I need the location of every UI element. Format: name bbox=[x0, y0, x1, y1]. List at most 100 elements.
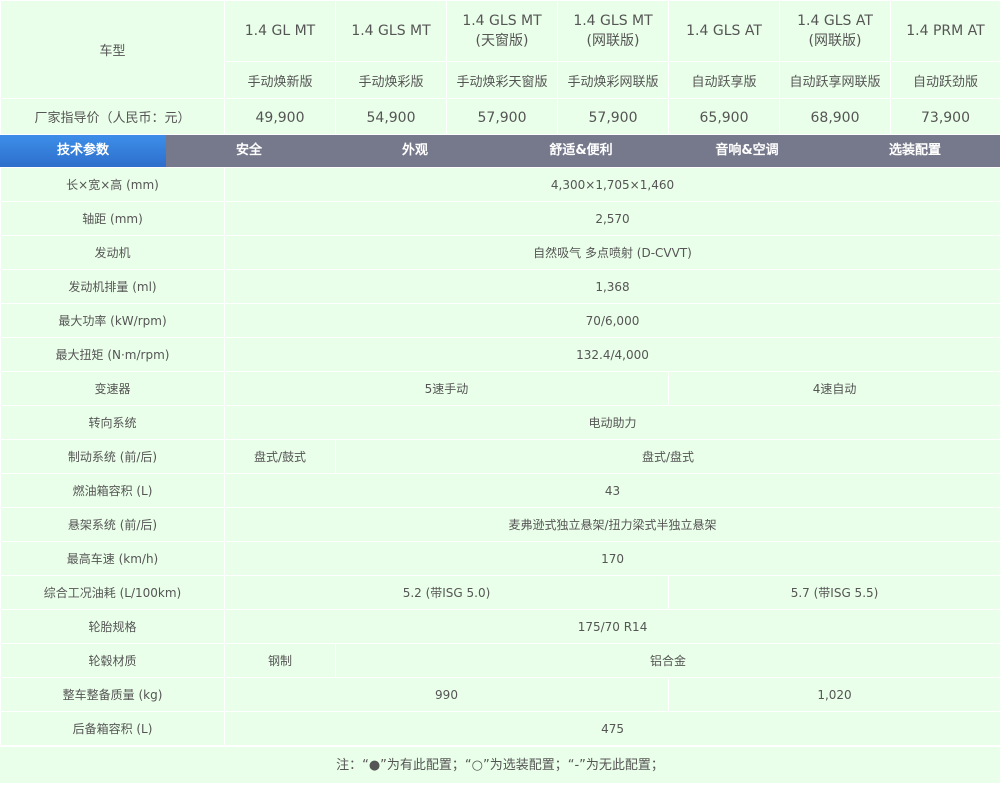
model-col-5: 1.4 GLS AT bbox=[669, 1, 780, 62]
table-row: 轮毂材质钢制铝合金 bbox=[1, 644, 1000, 678]
spec-page: 车型 1.4 GL MT 1.4 GLS MT 1.4 GLS MT(天窗版) … bbox=[0, 0, 1000, 783]
param-label: 后备箱容积 (L) bbox=[1, 712, 225, 746]
model-subname: 手动焕新版 bbox=[247, 75, 312, 90]
table-row: 综合工况油耗 (L/100km)5.2 (带ISG 5.0)5.7 (带ISG … bbox=[1, 576, 1000, 610]
spec-tabbar: 技术参数 安全 外观 舒适&便利 音响&空调 选装配置 bbox=[0, 135, 1000, 167]
param-value: 5.7 (带ISG 5.5) bbox=[669, 576, 1000, 610]
model-sub-6: 自动跃享网联版 bbox=[780, 62, 891, 99]
tab-audio-ac[interactable]: 音响&空调 bbox=[664, 135, 830, 167]
tab-comfort[interactable]: 舒适&便利 bbox=[498, 135, 664, 167]
model-name: 1.4 GLS MT bbox=[558, 11, 668, 31]
table-row: 制动系统 (前/后)盘式/鼓式盘式/盘式 bbox=[1, 440, 1000, 474]
price-cell: 73,900 bbox=[891, 99, 1000, 135]
param-label: 变速器 bbox=[1, 372, 225, 406]
table-row: 发动机排量 (ml)1,368 bbox=[1, 270, 1000, 304]
price-label-cell: 厂家指导价（人民币：元） bbox=[1, 99, 225, 135]
tab-exterior[interactable]: 外观 bbox=[332, 135, 498, 167]
model-sub-1: 手动焕新版 bbox=[225, 62, 336, 99]
model-sub-2: 手动焕彩版 bbox=[336, 62, 447, 99]
param-value: 铝合金 bbox=[336, 644, 1000, 678]
param-value: 1,368 bbox=[225, 270, 1000, 304]
price-value: 54,900 bbox=[367, 110, 416, 126]
legend-note: 注：“●”为有此配置；“○”为选装配置；“-”为无此配置； bbox=[0, 746, 1000, 785]
model-subname: 自动跃享网联版 bbox=[789, 75, 880, 90]
model-sub-7: 自动跃劲版 bbox=[891, 62, 1000, 99]
price-value: 73,900 bbox=[921, 110, 970, 126]
model-name: 1.4 PRM AT bbox=[891, 21, 1000, 41]
model-name: 1.4 GLS AT bbox=[780, 11, 890, 31]
param-value: 132.4/4,000 bbox=[225, 338, 1000, 372]
param-label: 轴距 (mm) bbox=[1, 202, 225, 236]
model-col-6: 1.4 GLS AT(网联版) bbox=[780, 1, 891, 62]
table-row: 变速器5速手动4速自动 bbox=[1, 372, 1000, 406]
table-row: 转向系统电动助力 bbox=[1, 406, 1000, 440]
param-value: 70/6,000 bbox=[225, 304, 1000, 338]
table-row: 最大扭矩 (N·m/rpm)132.4/4,000 bbox=[1, 338, 1000, 372]
table-row: 悬架系统 (前/后)麦弗逊式独立悬架/扭力梁式半独立悬架 bbox=[1, 508, 1000, 542]
param-value: 自然吸气 多点喷射 (D-CVVT) bbox=[225, 236, 1000, 270]
param-label: 制动系统 (前/后) bbox=[1, 440, 225, 474]
param-label: 综合工况油耗 (L/100km) bbox=[1, 576, 225, 610]
param-label: 轮毂材质 bbox=[1, 644, 225, 678]
price-cell: 57,900 bbox=[447, 99, 558, 135]
table-row: 发动机自然吸气 多点喷射 (D-CVVT) bbox=[1, 236, 1000, 270]
param-label: 悬架系统 (前/后) bbox=[1, 508, 225, 542]
model-col-2: 1.4 GLS MT bbox=[336, 1, 447, 62]
price-value: 65,900 bbox=[700, 110, 749, 126]
table-row: 最高车速 (km/h)170 bbox=[1, 542, 1000, 576]
param-label: 长×宽×高 (mm) bbox=[1, 168, 225, 202]
price-value: 68,900 bbox=[811, 110, 860, 126]
param-value: 170 bbox=[225, 542, 1000, 576]
model-subname: 自动跃享版 bbox=[691, 75, 756, 90]
param-label: 最高车速 (km/h) bbox=[1, 542, 225, 576]
param-label: 转向系统 bbox=[1, 406, 225, 440]
model-name: 1.4 GLS MT bbox=[447, 11, 557, 31]
tab-safety[interactable]: 安全 bbox=[166, 135, 332, 167]
param-value: 4,300×1,705×1,460 bbox=[225, 168, 1000, 202]
param-label: 最大扭矩 (N·m/rpm) bbox=[1, 338, 225, 372]
model-subname: 手动焕彩天窗版 bbox=[456, 75, 547, 90]
model-subname: 手动焕彩版 bbox=[358, 75, 423, 90]
param-value: 电动助力 bbox=[225, 406, 1000, 440]
model-name: 1.4 GLS MT bbox=[336, 21, 446, 41]
model-subname: 自动跃劲版 bbox=[913, 75, 978, 90]
price-label: 厂家指导价（人民币：元） bbox=[34, 111, 190, 126]
model-label: 车型 bbox=[99, 44, 125, 59]
param-value: 1,020 bbox=[669, 678, 1000, 712]
param-label: 燃油箱容积 (L) bbox=[1, 474, 225, 508]
param-label: 最大功率 (kW/rpm) bbox=[1, 304, 225, 338]
model-header-table: 车型 1.4 GL MT 1.4 GLS MT 1.4 GLS MT(天窗版) … bbox=[0, 0, 1000, 135]
param-value: 麦弗逊式独立悬架/扭力梁式半独立悬架 bbox=[225, 508, 1000, 542]
model-variant: (网联版) bbox=[558, 31, 668, 51]
tab-options[interactable]: 选装配置 bbox=[830, 135, 1000, 167]
price-cell: 65,900 bbox=[669, 99, 780, 135]
price-cell: 57,900 bbox=[558, 99, 669, 135]
model-col-7: 1.4 PRM AT bbox=[891, 1, 1000, 62]
model-variant: (网联版) bbox=[780, 31, 890, 51]
tech-params-table: 长×宽×高 (mm)4,300×1,705×1,460 轴距 (mm)2,570… bbox=[0, 167, 1000, 746]
model-sub-3: 手动焕彩天窗版 bbox=[447, 62, 558, 99]
table-row: 整车整备质量 (kg)9901,020 bbox=[1, 678, 1000, 712]
param-value: 990 bbox=[225, 678, 669, 712]
param-label: 发动机 bbox=[1, 236, 225, 270]
model-subname: 手动焕彩网联版 bbox=[567, 75, 658, 90]
model-name: 1.4 GL MT bbox=[225, 21, 335, 41]
param-value: 盘式/鼓式 bbox=[225, 440, 336, 474]
model-col-4: 1.4 GLS MT(网联版) bbox=[558, 1, 669, 62]
param-value: 5速手动 bbox=[225, 372, 669, 406]
price-value: 57,900 bbox=[478, 110, 527, 126]
param-value: 43 bbox=[225, 474, 1000, 508]
param-value: 钢制 bbox=[225, 644, 336, 678]
param-value: 175/70 R14 bbox=[225, 610, 1000, 644]
tab-tech-params[interactable]: 技术参数 bbox=[0, 135, 166, 167]
price-cell: 68,900 bbox=[780, 99, 891, 135]
table-row: 最大功率 (kW/rpm)70/6,000 bbox=[1, 304, 1000, 338]
model-col-3: 1.4 GLS MT(天窗版) bbox=[447, 1, 558, 62]
param-label: 轮胎规格 bbox=[1, 610, 225, 644]
model-label-cell: 车型 bbox=[1, 1, 225, 99]
param-label: 发动机排量 (ml) bbox=[1, 270, 225, 304]
table-row: 长×宽×高 (mm)4,300×1,705×1,460 bbox=[1, 168, 1000, 202]
param-label: 整车整备质量 (kg) bbox=[1, 678, 225, 712]
param-value: 盘式/盘式 bbox=[336, 440, 1000, 474]
model-name: 1.4 GLS AT bbox=[669, 21, 779, 41]
